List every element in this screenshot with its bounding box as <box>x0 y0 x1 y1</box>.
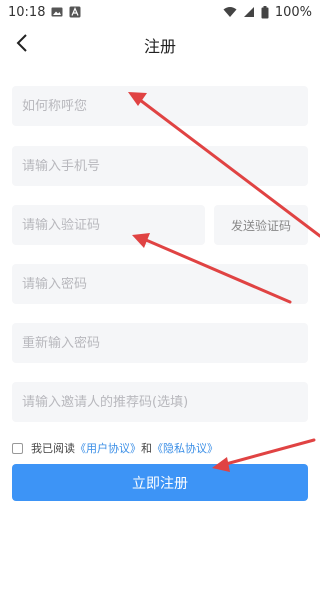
status-bar: 10:18 100% <box>0 0 320 24</box>
password-field[interactable] <box>12 264 308 304</box>
phone-field[interactable] <box>12 146 308 186</box>
verification-code-input[interactable] <box>22 217 205 233</box>
status-bar-left: 10:18 <box>8 5 81 20</box>
chevron-left-icon <box>16 34 28 56</box>
image-icon <box>51 6 63 18</box>
send-code-button[interactable]: 发送验证码 <box>214 205 308 245</box>
referral-code-input[interactable] <box>22 394 308 410</box>
confirm-password-input[interactable] <box>22 335 308 351</box>
page-title: 注册 <box>143 37 176 56</box>
status-time: 10:18 <box>8 4 46 20</box>
battery-icon <box>261 5 269 19</box>
a-notification-icon <box>69 6 81 18</box>
agreement-row: 我已阅读 《用户协议》 和 《隐私协议》 <box>12 439 218 457</box>
referral-code-field[interactable] <box>12 382 308 422</box>
agreement-checkbox[interactable] <box>12 442 23 454</box>
password-input[interactable] <box>22 276 308 292</box>
agreement-and: 和 <box>141 442 152 455</box>
signal-icon <box>243 6 255 18</box>
status-bar-right: 100% <box>223 5 312 20</box>
phone-input[interactable] <box>22 158 308 174</box>
privacy-policy-link[interactable]: 《隐私协议》 <box>152 440 218 456</box>
back-button[interactable] <box>8 30 36 60</box>
nav-bar: 注册 <box>0 24 320 66</box>
agreement-prefix: 我已阅读 <box>31 442 75 455</box>
confirm-password-field[interactable] <box>12 323 308 363</box>
wifi-icon <box>223 6 237 18</box>
battery-level: 100% <box>274 4 312 20</box>
nickname-input[interactable] <box>22 98 308 114</box>
user-agreement-link[interactable]: 《用户协议》 <box>75 440 141 456</box>
verification-code-field[interactable] <box>12 205 205 245</box>
nickname-field[interactable] <box>12 86 308 126</box>
register-button[interactable]: 立即注册 <box>12 464 308 501</box>
